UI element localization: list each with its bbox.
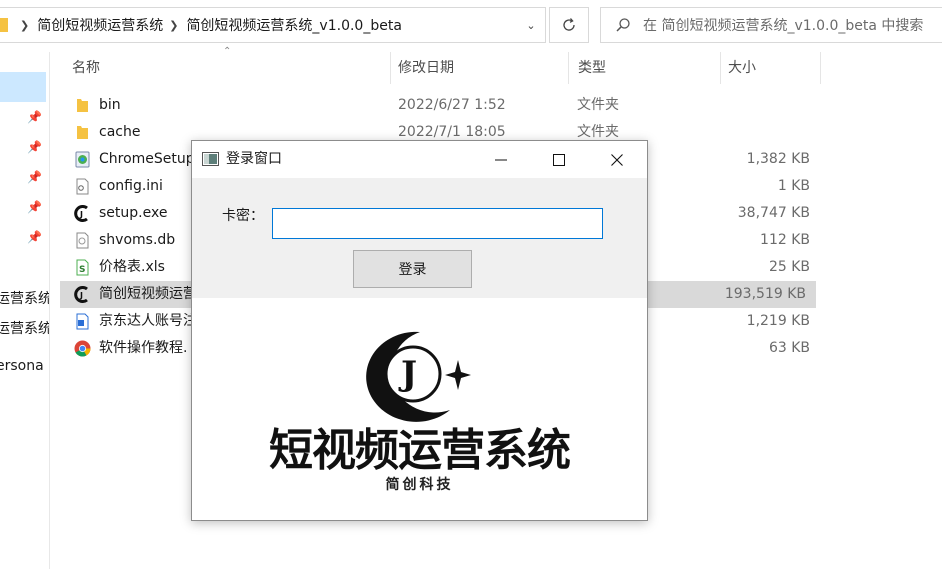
chevron-down-icon[interactable]: ⌄ [520, 14, 542, 36]
file-size: 63 KB [768, 340, 810, 356]
pin-icon[interactable]: 📌 [27, 170, 42, 184]
excel-file-icon: S [76, 259, 89, 276]
chevron-right-icon[interactable]: ❯ [169, 19, 178, 32]
file-size: 112 KB [760, 232, 810, 248]
file-size: 1 KB [777, 178, 810, 194]
logo-title: 短视频运营系统 [269, 425, 571, 476]
maximize-button[interactable] [536, 141, 582, 178]
search-input[interactable]: 在 简创短视频运营系统_v1.0.0_beta 中搜索 [643, 15, 923, 35]
pin-icon[interactable]: 📌 [27, 140, 42, 154]
file-name: bin [99, 97, 121, 113]
db-file-icon [76, 232, 89, 249]
address-bar-row: ❯ 简创短视频运营系统 ❯ 简创短视频运营系统_v1.0.0_beta ⌄ 在 … [0, 0, 942, 52]
svg-text:S: S [79, 265, 85, 275]
login-form: 卡密： 登录 [192, 178, 647, 298]
card-key-label: 卡密： [222, 208, 264, 224]
dialog-titlebar[interactable]: 登录窗口 [192, 141, 647, 178]
file-name: shvoms.db [99, 232, 176, 248]
dialog-title: 登录窗口 [226, 151, 282, 167]
file-name: 京东达人账号注 [99, 313, 197, 329]
chrome-icon [74, 340, 91, 357]
minimize-button[interactable] [478, 141, 524, 178]
navigation-pane[interactable]: 📌 📌 📌 📌 📌 运营系统 运营系统 ersona [0, 52, 50, 569]
maximize-icon [553, 153, 565, 166]
window-icon [202, 152, 219, 166]
column-header-name[interactable]: 名称 [60, 52, 390, 84]
card-key-input[interactable] [272, 208, 603, 239]
file-date: 2022/6/27 1:52 [398, 97, 506, 113]
folder-icon [77, 126, 88, 139]
breadcrumb-item-current[interactable]: 简创短视频运营系统_v1.0.0_beta [186, 15, 401, 35]
close-button[interactable] [594, 141, 640, 178]
column-header-size[interactable]: 大小 [716, 52, 816, 84]
login-dialog: 登录窗口 卡密： 登录 J 短视频运营系统 简创科技 [191, 140, 648, 521]
file-size: 193,519 KB [724, 286, 806, 302]
pin-icon[interactable]: 📌 [27, 200, 42, 214]
app-logo-icon: J [74, 205, 88, 222]
file-size: 1,382 KB [746, 151, 810, 167]
column-header-date[interactable]: 修改日期 [386, 52, 566, 84]
column-divider[interactable] [820, 52, 821, 84]
chrome-setup-icon [75, 151, 90, 168]
logo-emblem-icon [366, 331, 471, 422]
nav-item-label[interactable]: 运营系统 [0, 318, 49, 338]
file-name: setup.exe [99, 205, 168, 221]
file-name: 价格表.xls [99, 259, 165, 275]
folder-icon [0, 18, 8, 32]
refresh-icon [563, 18, 575, 31]
file-size: 1,219 KB [746, 313, 810, 329]
search-box[interactable]: 在 简创短视频运营系统_v1.0.0_beta 中搜索 [600, 7, 942, 43]
minimize-icon [495, 159, 507, 160]
breadcrumb-item-parent[interactable]: 简创短视频运营系统 [37, 15, 163, 35]
logo-subtitle: 简创科技 [385, 477, 454, 493]
file-size: 25 KB [768, 259, 810, 275]
brand-logo: J 短视频运营系统 简创科技 [192, 298, 647, 520]
pin-icon[interactable]: 📌 [27, 110, 42, 124]
app-logo-icon: J [74, 286, 88, 303]
pin-icon[interactable]: 📌 [27, 230, 42, 244]
refresh-button[interactable] [549, 7, 589, 43]
search-icon [616, 18, 630, 32]
file-size: 38,747 KB [737, 205, 810, 221]
file-name: 简创短视频运营 [99, 286, 197, 302]
column-header-type[interactable]: 类型 [566, 52, 716, 84]
config-file-icon [76, 178, 89, 195]
file-row[interactable]: bin 2022/6/27 1:52 文件夹 [60, 92, 820, 119]
folder-icon [77, 99, 88, 112]
svg-text:J: J [79, 291, 83, 300]
breadcrumb[interactable]: ❯ 简创短视频运营系统 ❯ 简创短视频运营系统_v1.0.0_beta [0, 7, 546, 43]
chevron-right-icon[interactable]: ❯ [20, 19, 29, 32]
nav-item-label[interactable]: ersona [0, 358, 44, 374]
word-file-icon [76, 313, 89, 330]
login-button[interactable]: 登录 [353, 250, 472, 288]
file-type: 文件夹 [577, 97, 619, 113]
file-name: config.ini [99, 178, 163, 194]
nav-item-label[interactable]: 运营系统 [0, 288, 49, 308]
close-icon [611, 153, 623, 166]
file-name: 软件操作教程. [99, 340, 188, 356]
nav-item-selected[interactable] [0, 72, 46, 102]
column-headers: ⌃ 名称 修改日期 类型 大小 [60, 46, 821, 84]
file-name: cache [99, 124, 141, 140]
logo-letter: J [401, 354, 418, 394]
svg-text:J: J [79, 210, 83, 219]
